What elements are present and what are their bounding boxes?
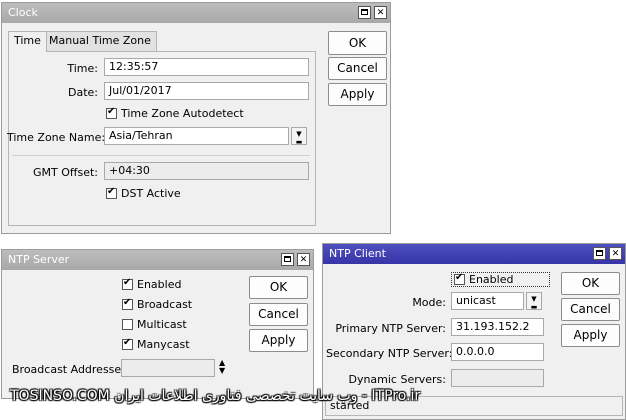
separator (12, 155, 310, 156)
date-field[interactable]: Jul/01/2017 (104, 82, 309, 100)
checkbox-checked-icon (122, 337, 133, 350)
manycast-checkbox[interactable]: Manycast (122, 337, 190, 351)
dst-active-label: DST Active (121, 187, 181, 200)
close-icon[interactable] (609, 247, 622, 260)
dst-active-checkbox: DST Active (106, 186, 181, 200)
apply-button[interactable]: Apply (249, 329, 308, 352)
maximize-icon[interactable] (358, 6, 371, 19)
tab-time-label: Time (14, 34, 41, 47)
spinner-arrows-icon[interactable]: ▲ ▼ (219, 359, 225, 375)
cancel-button[interactable]: Cancel (328, 57, 387, 80)
close-icon[interactable] (297, 253, 310, 266)
broadcast-label: Broadcast (137, 298, 193, 311)
clock-title: Clock (8, 6, 38, 19)
checkbox-checked-icon (122, 277, 133, 290)
primary-ntp-field[interactable]: 31.193.152.2 (451, 318, 544, 336)
clock-titlebar[interactable]: Clock (2, 3, 390, 23)
ok-button[interactable]: OK (328, 31, 387, 55)
tz-name-label: Time Zone Name: (7, 131, 106, 144)
tz-autodetect-checkbox[interactable]: Time Zone Autodetect (106, 106, 244, 120)
apply-button[interactable]: Apply (561, 324, 620, 347)
dropdown-arrow-icon[interactable]: ▼ ▬ (526, 292, 542, 311)
broadcast-checkbox[interactable]: Broadcast (122, 297, 193, 311)
ntp-server-enabled-label: Enabled (137, 278, 182, 291)
dynamic-servers-label: Dynamic Servers: (348, 373, 446, 386)
checkbox-checked-icon (106, 186, 117, 199)
ntp-client-titlebar[interactable]: NTP Client (323, 244, 625, 264)
broadcast-addresses-field[interactable] (121, 359, 215, 377)
checkbox-checked-icon (106, 106, 117, 119)
date-label: Date: (68, 86, 98, 99)
ntp-client-enabled-label: Enabled (469, 273, 514, 286)
ntp-server-title: NTP Server (8, 253, 70, 266)
mode-label: Mode: (412, 296, 446, 309)
mode-select[interactable]: unicast (451, 292, 524, 310)
gmt-offset-label: GMT Offset: (33, 166, 98, 179)
primary-ntp-label: Primary NTP Server: (335, 322, 446, 335)
ntp-server-window: NTP Server Enabled Broadcast Multicast M… (1, 249, 314, 399)
clock-window: Clock Time Manual Time Zone Time: 12:35:… (1, 2, 391, 234)
dropdown-arrow-icon[interactable]: ▼ ▬ (291, 127, 307, 146)
tab-manual-time-zone-label: Manual Time Zone (49, 34, 151, 47)
multicast-checkbox[interactable]: Multicast (122, 318, 187, 331)
ntp-server-titlebar[interactable]: NTP Server (2, 250, 313, 270)
ntp-server-enabled-checkbox[interactable]: Enabled (122, 277, 182, 291)
tab-manual-time-zone[interactable]: Manual Time Zone (43, 31, 157, 51)
multicast-label: Multicast (137, 318, 187, 331)
tz-autodetect-label: Time Zone Autodetect (121, 107, 244, 120)
secondary-ntp-field[interactable]: 0.0.0.0 (451, 343, 544, 361)
ok-button[interactable]: OK (249, 276, 308, 299)
watermark-text: TOSINSO.COM وب سایت تخصصی فناوری اطلاعات… (10, 388, 421, 404)
tz-name-select[interactable]: Asia/Tehran (104, 127, 289, 145)
apply-button[interactable]: Apply (328, 83, 387, 106)
checkbox-checked-icon (122, 297, 133, 310)
cancel-button[interactable]: Cancel (249, 303, 308, 326)
broadcast-addresses-label: Broadcast Addresses: (12, 363, 131, 376)
ntp-client-title: NTP Client (329, 247, 386, 260)
dynamic-servers-field (451, 369, 544, 387)
time-label: Time: (67, 62, 98, 75)
checkbox-unchecked-icon (122, 319, 133, 330)
ok-button[interactable]: OK (561, 272, 620, 295)
secondary-ntp-label: Secondary NTP Server: (326, 347, 453, 360)
manycast-label: Manycast (137, 338, 190, 351)
maximize-icon[interactable] (593, 247, 606, 260)
time-field[interactable]: 12:35:57 (104, 58, 309, 76)
close-icon[interactable] (374, 6, 387, 19)
gmt-offset-field: +04:30 (104, 162, 309, 180)
tab-time[interactable]: Time (8, 31, 47, 52)
cancel-button[interactable]: Cancel (561, 298, 620, 321)
ntp-client-enabled-checkbox[interactable]: Enabled (451, 272, 551, 287)
maximize-icon[interactable] (281, 253, 294, 266)
checkbox-checked-icon (454, 272, 465, 285)
